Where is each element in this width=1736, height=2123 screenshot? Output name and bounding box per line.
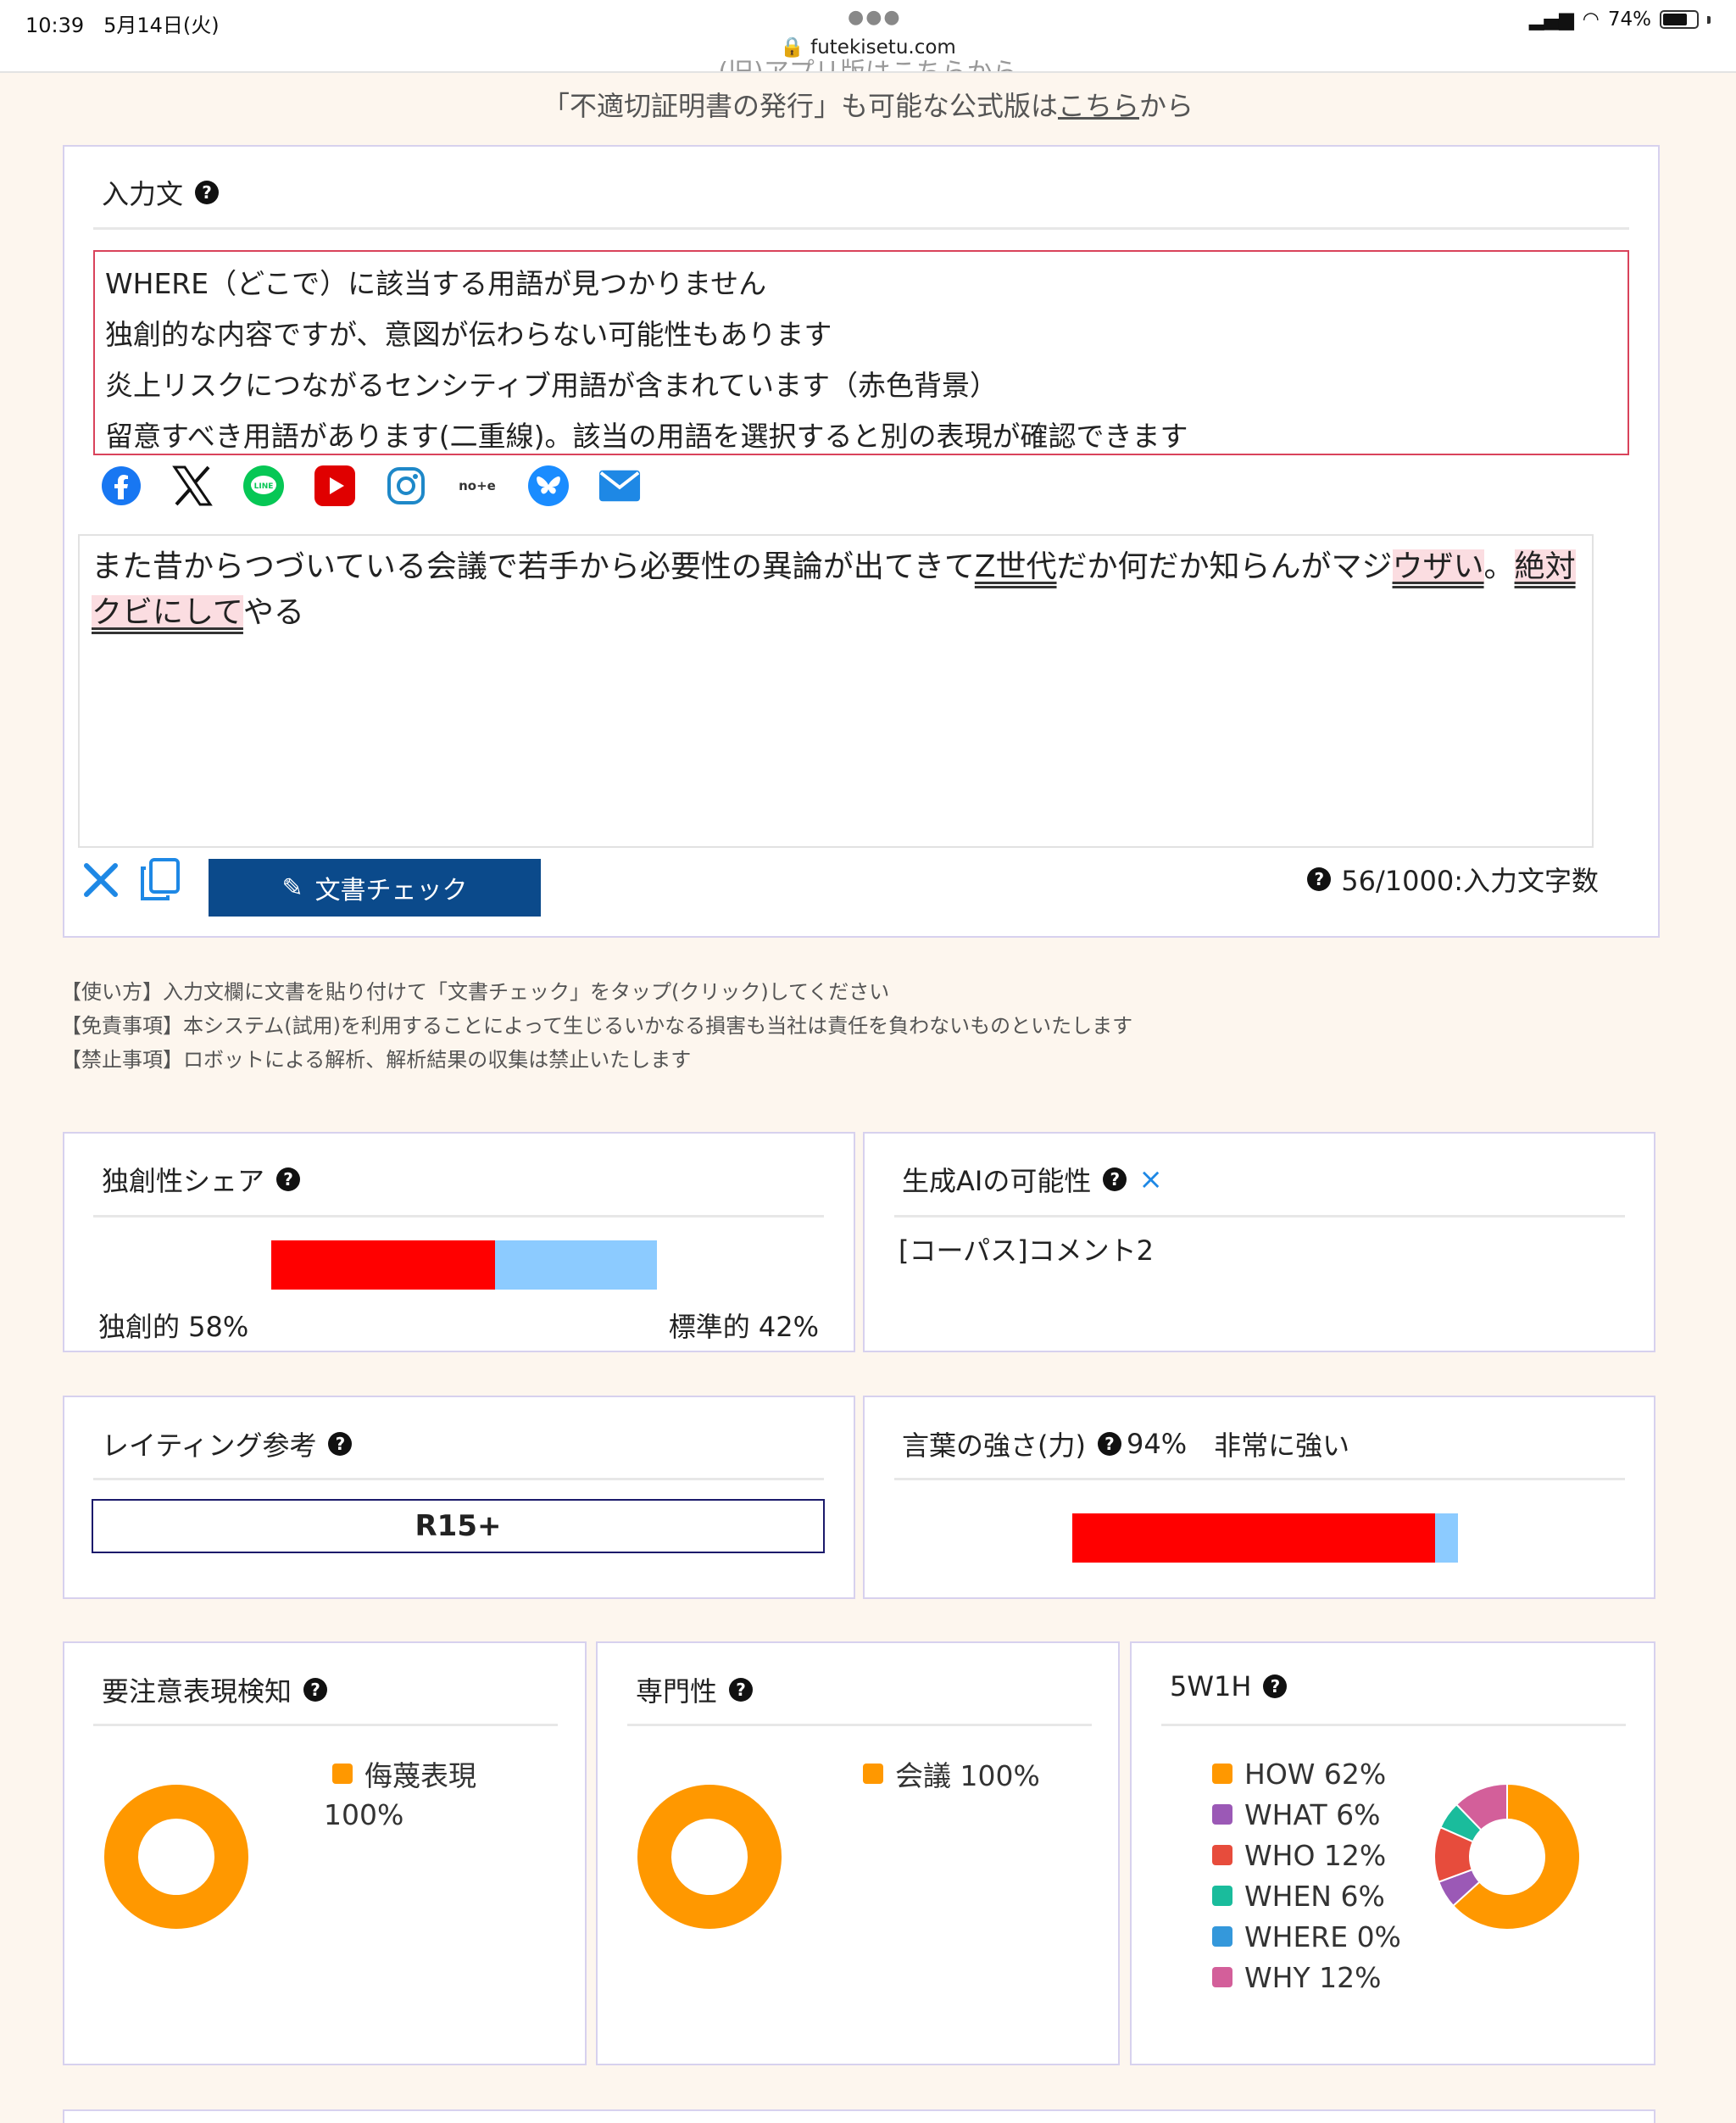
input-panel-title: 入力文? [102,173,220,212]
gen-ai-title: 生成AIの可能性? × [902,1162,1163,1197]
wifi-icon: ◠ [1582,8,1600,31]
line-icon[interactable]: LINE [242,465,285,507]
legend-item-when: WHEN 6% [1212,1875,1401,1916]
original-segment [271,1240,495,1290]
help-icon[interactable]: ? [1263,1674,1288,1698]
help-icon[interactable]: ? [328,1432,353,1456]
help-icon[interactable]: ? [1103,1167,1127,1191]
strength-label: 非常に強い [1214,1429,1350,1462]
battery-icon [1660,10,1699,29]
legend-item-who: WHO 12% [1212,1835,1401,1875]
donut-slice-侮蔑表現 [103,1783,250,1931]
legend-item: 会議 100% [863,1753,1040,1794]
instagram-icon[interactable] [385,465,427,507]
usage-line: 【使い方】入力文欄に文書を貼り付けて「文書チェック」をタップ(クリック)してくだ… [61,980,890,1004]
mail-icon[interactable] [598,465,641,507]
expertise-donut-chart [636,1783,783,1931]
battery-text: 74% [1607,8,1651,31]
input-textarea[interactable]: また昔からつづいている会議で若手から必要性の異論が出てきてZ世代だか何だか知らん… [78,534,1594,848]
pencil-icon: ✎ [281,872,303,903]
input-tools [81,856,181,907]
svg-text:no+e: no+e [459,478,496,493]
expertise-title: 専門性? [636,1670,754,1709]
warning-line: WHERE（どこで）に該当する用語が見つかりません [105,267,767,300]
warning-box: WHERE（どこで）に該当する用語が見つかりません 独創的な内容ですが、意図が伝… [93,250,1629,455]
originality-bar [271,1240,657,1290]
warning-line: 留意すべき用語があります(二重線)。該当の用語を選択すると別の表現が確認できます [105,420,1188,453]
strength-bar [1072,1513,1458,1563]
fivew-donut-chart [1433,1782,1581,1931]
legend-item-why: WHY 12% [1212,1957,1401,1998]
legend-item-how: HOW 62% [1212,1753,1401,1794]
rating-value: R15+ [92,1499,825,1553]
legend-item-what: WHAT 6% [1212,1794,1401,1835]
copy-icon[interactable] [137,856,181,907]
legend-item-where: WHERE 0% [1212,1916,1401,1957]
official-version-notice: 「不適切証明書の発行」も可能な公式版はこちらから [542,90,1194,122]
warning-line: 独創的な内容ですが、意図が伝わらない可能性もあります [105,318,832,351]
official-version-link[interactable]: こちら [1058,90,1139,122]
caution-term[interactable]: Z世代 [975,549,1057,584]
document-check-button[interactable]: ✎ 文書チェック [209,859,541,917]
help-icon[interactable]: ? [303,1678,328,1702]
usage-notes: 【使い方】入力文欄に文書を貼り付けて「文書チェック」をタップ(クリック)してくだ… [61,975,1132,1077]
status-time: 10:39 5月14日(火) [25,14,220,37]
more-dots-icon[interactable]: ●●● [848,7,902,28]
donut-slice-会議 [636,1783,783,1931]
standard-segment [494,1240,657,1290]
strength-fill [1072,1513,1435,1563]
x-icon[interactable] [171,465,214,507]
scrolled-text: (旧)アプリ版はこちらから [0,51,1736,71]
fivew-title: 5W1H? [1170,1670,1288,1702]
help-icon[interactable]: ? [1307,867,1332,891]
disclaimer-line: 【免責事項】本システム(試用)を利用することによって生じるいかなる損害も当社は責… [61,1014,1133,1038]
standard-label: 標準的 42% [668,1311,819,1343]
warning-line: 炎上リスクにつながるセンシティブ用語が含まれています（赤色背景） [105,369,999,402]
status-right: ▂▄▆ ◠ 74% [1529,8,1711,31]
note-icon[interactable]: no+e [456,465,498,507]
next-panel [63,2109,1655,2123]
facebook-icon[interactable] [100,465,142,507]
bluesky-icon[interactable] [527,465,570,507]
help-icon[interactable]: ? [195,181,220,204]
gen-ai-comment: [コーパス]コメント2 [899,1234,1155,1267]
original-label: 独創的 58% [98,1311,249,1343]
legend-item: 侮蔑表現 [332,1753,476,1794]
signal-icon: ▂▄▆ [1528,8,1574,31]
help-icon[interactable]: ? [729,1678,754,1702]
help-icon[interactable]: ? [1097,1432,1121,1456]
expertise-legend: 会議 100% [863,1753,1040,1794]
youtube-icon[interactable] [314,465,356,507]
prohibition-line: 【禁止事項】ロボットによる解析、解析結果の収集は禁止いたします [61,1048,692,1072]
strength-remainder [1434,1513,1458,1563]
share-row: LINE no+e [100,465,641,507]
svg-text:LINE: LINE [254,482,274,491]
strength-percent: 94% [1126,1428,1188,1460]
close-icon[interactable]: × [1138,1162,1163,1196]
legend-value: 100% [324,1797,404,1831]
caution-donut-chart [103,1783,250,1931]
caution-legend: 侮蔑表現 100% [324,1753,476,1835]
sensitive-term[interactable]: ウザい [1392,549,1484,584]
char-count: ? 56/1000:入力文字数 [1307,860,1599,899]
strength-title: 言葉の強さ(力)? 94% 非常に強い [902,1424,1349,1463]
fivew-legend: HOW 62% WHAT 6% WHO 12% WHEN 6% WHERE 0%… [1212,1753,1401,1998]
rating-title: レイティング参考? [102,1424,353,1463]
originality-title: 独創性シェア? [102,1160,301,1199]
clear-icon[interactable] [81,861,120,903]
help-icon[interactable]: ? [276,1167,301,1191]
caution-title: 要注意表現検知? [102,1670,328,1709]
